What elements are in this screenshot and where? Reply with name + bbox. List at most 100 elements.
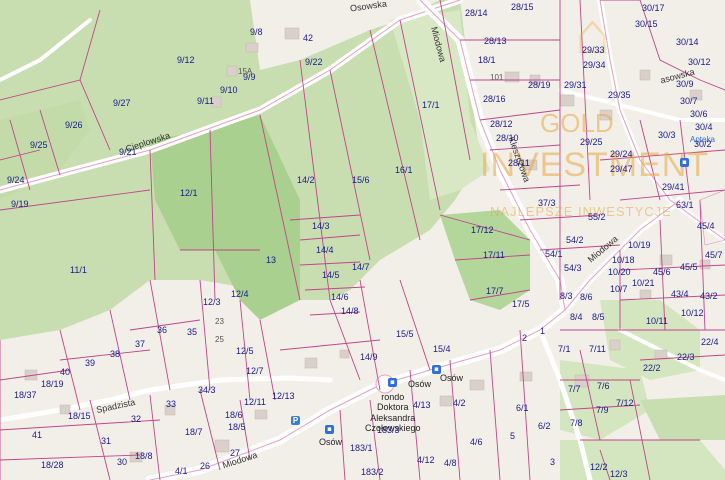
- parcel-label: 9/22: [305, 57, 323, 67]
- parcel-label: 6/1: [516, 403, 529, 413]
- bus-stop-label: Osów: [319, 437, 343, 447]
- parcel-label: 22/4: [701, 337, 719, 347]
- parcel-label: 12/13: [272, 391, 295, 401]
- parcel-label: 14/8: [341, 306, 359, 316]
- parcel-label: 63/1: [676, 200, 694, 210]
- parcel-label: 28/19: [528, 80, 551, 90]
- parcel-label: 8/4: [570, 312, 583, 322]
- parcel-label: 29/25: [580, 137, 603, 147]
- parcel-label: 32: [131, 414, 142, 424]
- parcel-label: 7/1: [558, 344, 571, 354]
- bus-stop-icon[interactable]: ▪: [325, 425, 334, 434]
- parcel-label: 9/21: [119, 147, 137, 157]
- parcel-label: 4/8: [444, 458, 457, 468]
- parcel-label: 37: [135, 339, 146, 349]
- parcel-label: 4/6: [470, 437, 483, 447]
- parcel-label: 9/12: [177, 55, 195, 65]
- parcel-label: 28/13: [484, 36, 507, 46]
- parcel-label: 28/11: [508, 158, 530, 168]
- parcel-label: 30/6: [690, 109, 708, 119]
- parcel-label: 38: [110, 349, 121, 359]
- parcel-label: 16/1: [395, 165, 413, 175]
- parcel-label: 14/3: [312, 221, 330, 231]
- parcel-label: 18/7: [185, 427, 203, 437]
- parcel-label: 30/2: [694, 139, 712, 149]
- cadastral-map[interactable]: ⌂ GOLD INVESTMENT NAJLEPSZE INWESTYCJE O…: [0, 0, 725, 480]
- parcel-label: 7/11: [589, 344, 606, 354]
- parcel-label: 17/7: [486, 286, 504, 296]
- parcel-label: 12/11: [244, 397, 266, 407]
- parcel-label: 10/11: [646, 316, 668, 326]
- parcel-label: 30/4: [695, 122, 713, 132]
- parcel-label: 29/34: [583, 60, 606, 70]
- house-number: 23: [215, 317, 224, 326]
- parcel-label: 17/12: [471, 225, 494, 235]
- parcel-label: 29/24: [610, 149, 633, 159]
- parcel-label: 15/4: [433, 344, 451, 354]
- parcel-label: 39: [85, 358, 96, 368]
- parcel-label: 35: [187, 327, 198, 337]
- parcel-label: 28/12: [490, 119, 513, 129]
- parking-icon[interactable]: P: [291, 416, 300, 425]
- parcel-label: 31: [101, 436, 112, 446]
- parcel-label: 183/3: [377, 425, 400, 435]
- parcel-label: 29/33: [582, 45, 605, 55]
- parcel-label: 30: [117, 457, 128, 467]
- parcel-label: 7/12: [616, 398, 634, 408]
- parcel-label: 10/20: [608, 267, 631, 277]
- parcel-label: 41: [32, 430, 43, 440]
- parcel-label: 8/6: [580, 292, 593, 302]
- parcel-label: 9/19: [11, 199, 29, 209]
- parcel-label: 14/6: [331, 292, 349, 302]
- parcel-label: 183/1: [350, 443, 373, 453]
- parcel-label: 183/2: [361, 467, 384, 477]
- parcel-label: 14/7: [352, 262, 370, 272]
- parcel-label: 37/3: [538, 198, 556, 208]
- parcel-label: 54/2: [566, 235, 584, 245]
- parcel-label: 15/6: [352, 175, 370, 185]
- bus-stop-icon[interactable]: ▪: [388, 378, 397, 387]
- parcel-label: 7/6: [597, 381, 610, 391]
- parcel-label: 10/21: [632, 278, 655, 288]
- parcel-label: 18/19: [41, 379, 64, 389]
- parcel-label: 14/9: [360, 352, 378, 362]
- parcel-label: 28/10: [496, 133, 519, 143]
- parcel-label: 45/7: [705, 250, 723, 260]
- parcel-label: 18/1: [478, 55, 496, 65]
- parcel-label: 43/2: [700, 291, 718, 301]
- parcel-label: 43/4: [671, 289, 689, 299]
- parcel-label: 18/8: [135, 451, 153, 461]
- parcel-label: 18/5: [228, 422, 246, 432]
- house-number: 15A: [238, 67, 253, 76]
- parcel-label: 9/11: [197, 96, 214, 106]
- parcel-label: 30/3: [658, 130, 676, 140]
- parcel-label: 54/3: [564, 263, 582, 273]
- parcel-label: 3: [550, 457, 556, 467]
- parcel-label: 8/3: [560, 291, 573, 301]
- parcel-label: 40: [60, 367, 71, 377]
- house-number: 25: [215, 335, 224, 344]
- bus-stop-icon[interactable]: ▪: [680, 158, 689, 167]
- parcel-label: 29/31: [564, 80, 587, 90]
- parcel-label: 36: [157, 325, 168, 335]
- parcel-label: 28/14: [465, 8, 488, 18]
- parcel-label: 18/15: [68, 411, 91, 421]
- parcel-label: 10/19: [628, 240, 651, 250]
- parcel-label: 30/14: [676, 37, 699, 47]
- parcel-label: 28/15: [511, 2, 534, 12]
- parcel-label: 17/11: [483, 250, 505, 260]
- parcel-label: 22/3: [677, 352, 695, 362]
- roundabout-line3: Aleksandra: [370, 412, 416, 423]
- parcel-label: 12/4: [231, 289, 249, 299]
- parcel-label: 30/12: [688, 57, 711, 67]
- parcel-label: 30/15: [635, 19, 658, 29]
- parcel-label: 30/7: [680, 96, 698, 106]
- parcel-label: 45/6: [653, 267, 671, 277]
- parcel-label: 9/26: [65, 120, 83, 130]
- parcel-label: 17/5: [512, 299, 530, 309]
- parcel-label: 18/28: [41, 460, 64, 470]
- parcel-label: 14/2: [297, 175, 315, 185]
- parcel-label: 27: [230, 448, 241, 458]
- parcel-label: 11/1: [70, 265, 87, 275]
- watermark-line1: GOLD: [540, 108, 614, 138]
